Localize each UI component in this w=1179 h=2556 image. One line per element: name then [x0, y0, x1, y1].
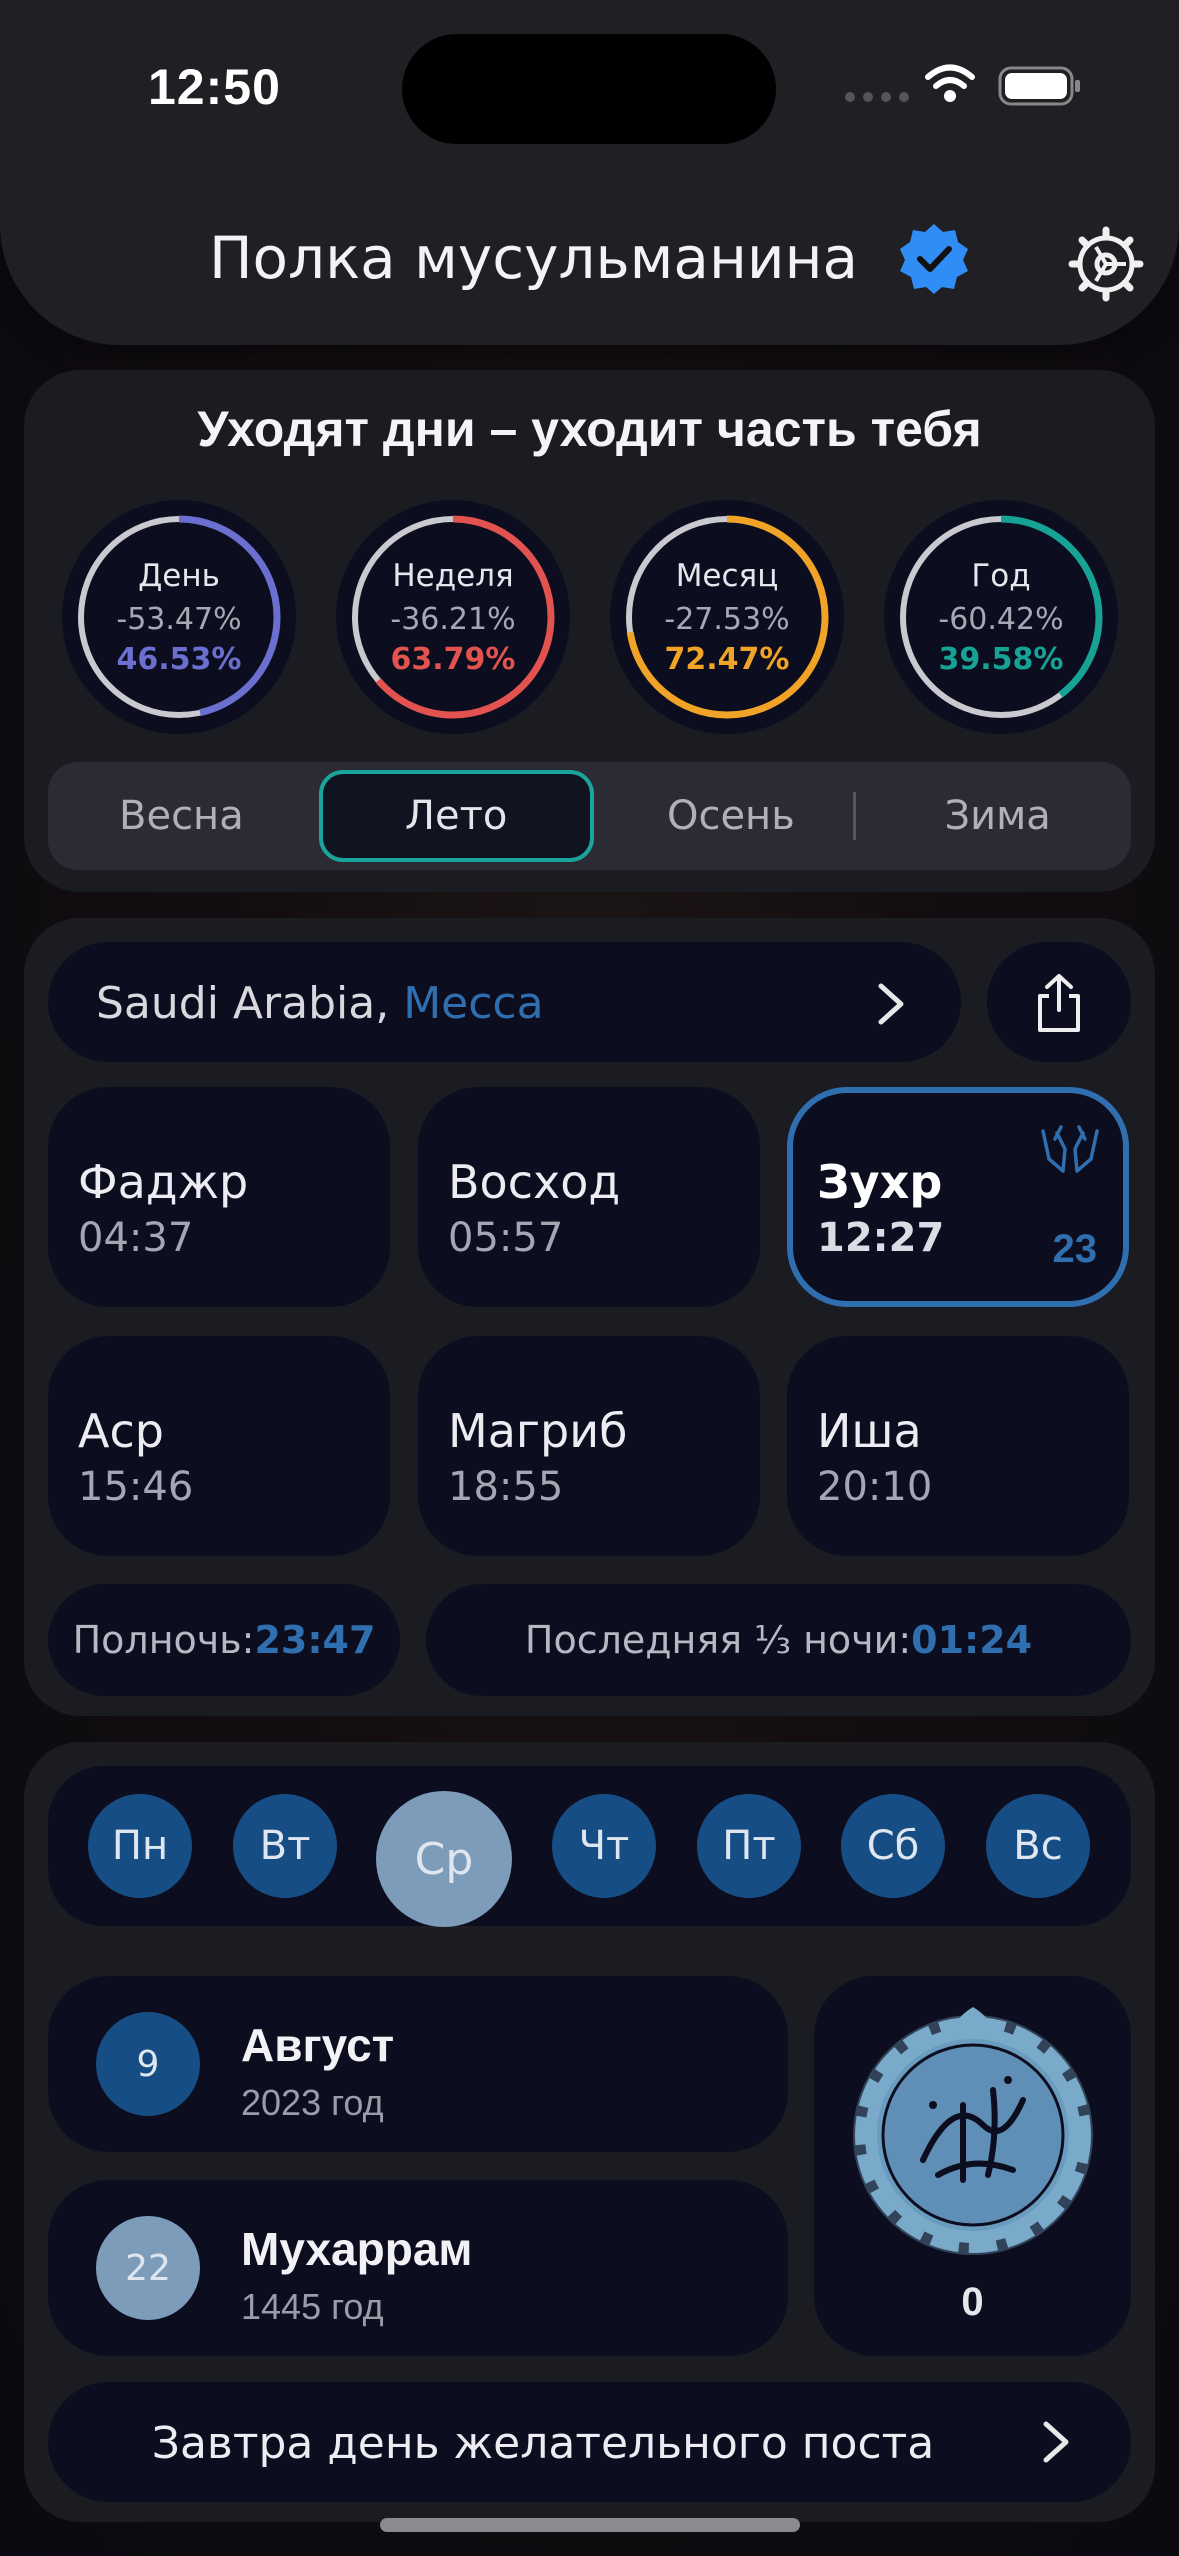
progress-heading: Уходят дни – уходит часть тебя — [197, 401, 982, 457]
prayer-name: Иша — [817, 1404, 922, 1458]
header-title-row: Полка мусульманина — [0, 222, 1179, 294]
wifi-icon — [925, 64, 975, 102]
prayer-time: 04:37 — [78, 1215, 194, 1261]
fasting-notice-text: Завтра день желательного поста — [151, 2418, 935, 2469]
prayer-name: Аср — [78, 1404, 164, 1458]
location-country: Saudi Arabia, — [96, 978, 390, 1029]
status-time: 12:50 — [148, 59, 281, 115]
progress-ring-4: Год -60.42% 39.58% — [884, 500, 1118, 734]
midnight-label: Полночь: — [72, 1618, 255, 1662]
prayer-count-badge: 23 — [1052, 1227, 1098, 1271]
ring-label: Месяц — [675, 558, 779, 594]
gregorian-date-card[interactable]: 9 Август 2023 год — [48, 1976, 788, 2152]
progress-ring-1: День -53.47% 46.53% — [62, 500, 296, 734]
chevron-right-icon — [1043, 2421, 1069, 2463]
prayer-time: 15:46 — [78, 1464, 194, 1510]
hijri-day-badge: 22 — [96, 2216, 200, 2320]
gregorian-day-badge: 9 — [96, 2012, 200, 2116]
ring-label: Год — [971, 558, 1031, 594]
season-spring[interactable]: Весна — [48, 762, 315, 870]
praying-hands-icon — [1041, 1125, 1099, 1173]
ring-passed: -27.53% — [664, 602, 790, 637]
chevron-right-icon — [878, 983, 904, 1025]
season-winter[interactable]: Зима — [864, 762, 1131, 870]
prayer-card-sunrise[interactable]: Восход 05:57 — [418, 1087, 760, 1307]
ring-remaining: 39.58% — [938, 642, 1064, 677]
prayer-time: 18:55 — [448, 1464, 564, 1510]
weekday-tue[interactable]: Вт — [233, 1794, 337, 1898]
ring-label: День — [138, 558, 220, 594]
weekday-sun[interactable]: Вс — [986, 1794, 1090, 1898]
gregorian-year: 2023 год — [241, 2082, 384, 2123]
prayer-card-asr[interactable]: Аср 15:46 — [48, 1336, 390, 1556]
fasting-notice-banner[interactable]: Завтра день желательного поста — [48, 2382, 1131, 2502]
season-autumn[interactable]: Осень — [598, 762, 865, 870]
prayer-time: 05:57 — [448, 1215, 564, 1261]
midnight-time: 23:47 — [254, 1618, 376, 1662]
hijri-year: 1445 год — [241, 2286, 384, 2327]
ring-remaining: 46.53% — [116, 642, 242, 677]
prayer-name: Фаджр — [78, 1155, 249, 1209]
season-selector[interactable]: Весна Лето Осень Зима — [48, 762, 1131, 870]
cellular-signal-icon — [845, 92, 909, 102]
calligraphy-medallion-icon — [853, 2007, 1093, 2255]
verified-badge-icon — [900, 224, 969, 294]
dynamic-island — [402, 34, 776, 144]
gregorian-month: Август — [241, 2019, 395, 2071]
ring-passed: -53.47% — [116, 602, 242, 637]
weekday-thu[interactable]: Чт — [552, 1794, 656, 1898]
season-divider — [853, 792, 856, 840]
prayer-card-isha[interactable]: Иша 20:10 — [787, 1336, 1129, 1556]
location-selector[interactable]: Saudi Arabia, Мecca — [48, 942, 961, 1062]
weekday-fri[interactable]: Пт — [697, 1794, 801, 1898]
prayer-time: 20:10 — [817, 1464, 933, 1510]
ring-passed: -36.21% — [390, 602, 516, 637]
last-third-label: Последняя ⅓ ночи: — [524, 1618, 912, 1662]
settings-gear-icon[interactable] — [1068, 226, 1144, 302]
season-summer[interactable]: Лето — [318, 770, 594, 862]
ring-label: Неделя — [392, 558, 514, 594]
ring-passed: -60.42% — [938, 602, 1064, 637]
progress-ring-3: Месяц -27.53% 72.47% — [610, 500, 844, 734]
last-third-card: Последняя ⅓ ночи: 01:24 — [426, 1584, 1131, 1696]
ring-remaining: 63.79% — [390, 642, 516, 677]
share-icon — [1038, 974, 1080, 1032]
last-third-time: 01:24 — [911, 1618, 1033, 1662]
salawat-count: 0 — [961, 2280, 984, 2324]
battery-icon — [998, 66, 1080, 106]
weekday-wed-selected[interactable]: Ср — [376, 1791, 512, 1927]
prayer-name: Зухр — [817, 1155, 943, 1209]
progress-ring-2: Неделя -36.21% 63.79% — [336, 500, 570, 734]
ring-remaining: 72.47% — [664, 642, 790, 677]
share-button[interactable] — [987, 942, 1131, 1062]
prayer-card-fajr[interactable]: Фаджр 04:37 — [48, 1087, 390, 1307]
prayer-card-dhuhr-current[interactable]: Зухр 12:27 23 — [787, 1087, 1129, 1307]
prayer-name: Магриб — [448, 1404, 628, 1458]
midnight-card: Полночь: 23:47 — [48, 1584, 400, 1696]
weekday-sat[interactable]: Сб — [841, 1794, 945, 1898]
location-city: Мecca — [403, 978, 544, 1029]
prayer-name: Восход — [448, 1155, 621, 1209]
hijri-month: Мухаррам — [241, 2223, 473, 2275]
home-indicator — [380, 2518, 800, 2532]
prayer-time: 12:27 — [817, 1215, 945, 1261]
location-label: Saudi Arabia, Мecca — [96, 978, 544, 1029]
weekday-mon[interactable]: Пн — [88, 1794, 192, 1898]
hijri-date-card[interactable]: 22 Мухаррам 1445 год — [48, 2180, 788, 2356]
salawat-counter-card[interactable]: 0 — [814, 1976, 1131, 2356]
page-title: Полка мусульманина — [208, 224, 859, 292]
prayer-card-maghrib[interactable]: Магриб 18:55 — [418, 1336, 760, 1556]
